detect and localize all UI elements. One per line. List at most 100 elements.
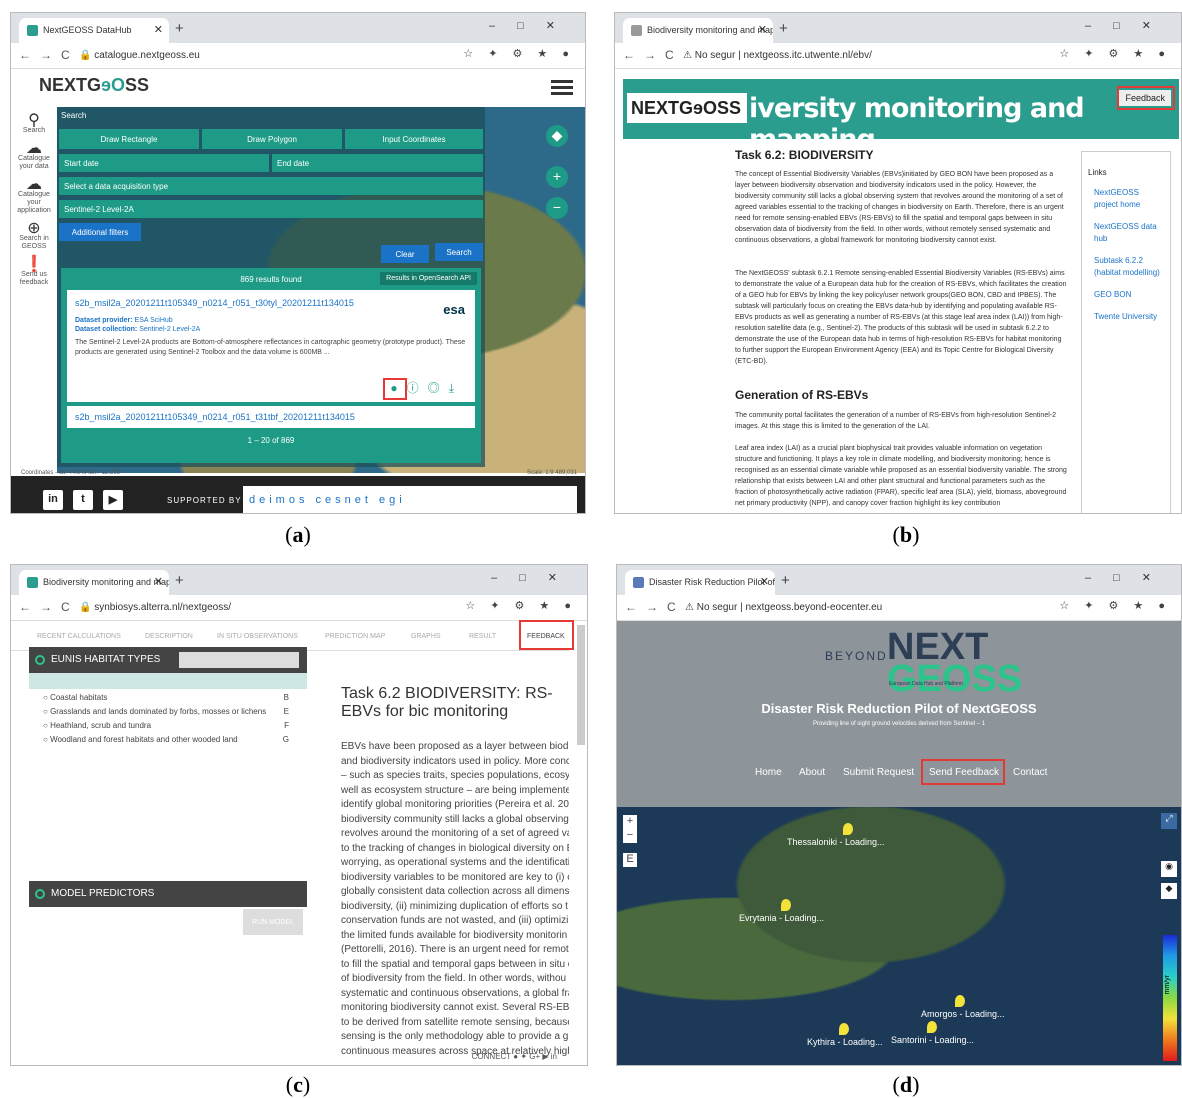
nextgeoss-logo[interactable]: NEXTGɘOSS xyxy=(39,75,149,96)
fullscreen-icon[interactable]: ⤢ xyxy=(1161,813,1177,829)
extensions-icons[interactable]: ☆ ✦ ⚙ ★ ● xyxy=(463,47,575,60)
nav-buttons[interactable]: ←→C xyxy=(19,600,79,614)
browser-tab[interactable]: Disaster Risk Reduction Pilot of N ✕ xyxy=(625,570,775,595)
browser-tab[interactable]: NextGEOSS DataHub ✕ xyxy=(19,18,169,43)
zoom-in-button[interactable]: + xyxy=(623,815,637,829)
tab-result[interactable]: RESULT xyxy=(469,633,496,640)
layers-icon[interactable]: ◆ xyxy=(546,125,568,147)
address-bar[interactable]: ⚠ No segur | nextgeoss.itc.utwente.nl/eb… xyxy=(683,47,872,65)
map-pin[interactable]: Amorgos - Loading... xyxy=(921,995,1005,1019)
e-control[interactable]: E xyxy=(623,853,637,867)
extensions-icons[interactable]: ☆ ✦ ⚙ ★ ● xyxy=(1059,599,1171,612)
map-pin[interactable]: Santorini - Loading... xyxy=(891,1021,974,1045)
locate-icon[interactable]: ◎ xyxy=(428,381,449,395)
sidebar-item-search[interactable]: ⚲ Search xyxy=(11,113,57,135)
habitat-item[interactable]: ○ F Heathland, scrub and tundra xyxy=(43,721,289,730)
tab-graphs[interactable]: GRAPHS xyxy=(411,633,441,640)
window-controls[interactable]: –□✕ xyxy=(1085,571,1173,584)
map-pin[interactable]: Kythira - Loading... xyxy=(807,1023,883,1047)
collection-link[interactable]: Sentinel-2 Level-2A xyxy=(139,326,200,333)
end-date-field[interactable]: End date xyxy=(272,154,483,172)
nav-contact[interactable]: Contact xyxy=(1013,767,1047,778)
link-item[interactable]: GEO BON xyxy=(1094,289,1164,301)
hamburger-menu-icon[interactable] xyxy=(551,77,573,98)
draw-rectangle-button[interactable]: Draw Rectangle xyxy=(59,129,199,149)
zoom-out-button[interactable]: − xyxy=(623,829,637,843)
new-tab-icon[interactable]: + xyxy=(781,572,790,589)
draw-polygon-button[interactable]: Draw Polygon xyxy=(202,129,342,149)
new-tab-icon[interactable]: + xyxy=(175,572,184,589)
nav-about[interactable]: About xyxy=(799,767,825,778)
zoom-out-button[interactable]: − xyxy=(546,197,568,219)
run-model-button[interactable]: RUN MODEL xyxy=(243,909,303,935)
opensearch-button[interactable]: Results in OpenSearch API xyxy=(380,272,477,285)
nav-buttons[interactable]: ←→C xyxy=(623,48,683,62)
search-button[interactable]: Search xyxy=(435,243,483,261)
provider-link[interactable]: ESA SciHub xyxy=(135,317,173,324)
layers-icon[interactable]: ◆ xyxy=(1161,883,1177,899)
nav-buttons[interactable]: ←→C xyxy=(625,600,685,614)
habitat-search-input[interactable] xyxy=(179,652,299,668)
additional-filters-button[interactable]: Additional filters xyxy=(59,223,141,241)
address-bar[interactable]: 🔒 synbiosys.alterra.nl/nextgeoss/ xyxy=(79,599,231,617)
new-tab-icon[interactable]: + xyxy=(175,20,184,37)
map-view[interactable]: + − E ⤢ ◉ ◆ Thessaloniki - Loading... Ev… xyxy=(617,807,1181,1065)
product-field[interactable]: Sentinel-2 Level-2A xyxy=(59,200,483,218)
window-controls[interactable]: –□✕ xyxy=(1085,19,1173,32)
twitter-icon[interactable]: t xyxy=(73,490,93,510)
habitat-item[interactable]: ○ B Coastal habitats xyxy=(43,693,289,702)
download-icon[interactable]: ⤓ xyxy=(449,381,463,395)
eunis-header[interactable]: EUNIS HABITAT TYPES xyxy=(29,647,307,673)
address-bar[interactable]: ⚠ No segur | nextgeoss.beyond-eocenter.e… xyxy=(685,599,882,617)
sidebar-item-geoss[interactable]: ⊕ Search in GEOSS xyxy=(11,221,57,251)
scrollbar[interactable] xyxy=(577,625,585,745)
camera-icon[interactable]: ◉ xyxy=(1161,861,1177,877)
extensions-icons[interactable]: ☆ ✦ ⚙ ★ ● xyxy=(1059,47,1171,60)
input-coordinates-button[interactable]: Input Coordinates xyxy=(345,129,483,149)
logo-part: NEXTG xyxy=(39,75,102,95)
sidebar-item-catalogue-app[interactable]: ☁ Catalogue your application xyxy=(11,177,57,215)
sidebar-item-catalogue-data[interactable]: ☁ Catalogue your data xyxy=(11,141,57,171)
result-card[interactable]: s2b_msil2a_20201211t105349_n0214_r051_t3… xyxy=(67,290,475,402)
new-tab-icon[interactable]: + xyxy=(779,20,788,37)
nav-buttons[interactable]: ←→C xyxy=(19,48,79,62)
close-tab-icon[interactable]: ✕ xyxy=(154,23,163,36)
link-item[interactable]: Twente University xyxy=(1094,311,1164,323)
map-pin[interactable]: Evrytania - Loading... xyxy=(739,899,824,923)
pagination[interactable]: 1 – 20 of 869 xyxy=(61,428,481,452)
browser-tab[interactable]: Biodiversity monitoring and map ✕ xyxy=(19,570,169,595)
model-predictors-header[interactable]: MODEL PREDICTORS xyxy=(29,881,307,907)
tab-description[interactable]: DESCRIPTION xyxy=(145,633,193,640)
nav-home[interactable]: Home xyxy=(755,767,782,778)
tab-recent[interactable]: RECENT CALCULATIONS xyxy=(37,633,121,640)
social-icons[interactable]: ● ✦ G+ ▶ in xyxy=(513,1052,557,1061)
linkedin-icon[interactable]: in xyxy=(43,490,63,510)
close-tab-icon[interactable]: ✕ xyxy=(758,23,767,36)
habitat-item[interactable]: ○ E Grasslands and lands dominated by for… xyxy=(43,707,289,716)
youtube-icon[interactable]: ▶ xyxy=(103,490,123,510)
close-tab-icon[interactable]: ✕ xyxy=(760,575,769,588)
sidebar-item-feedback[interactable]: ❗ Send us feedback xyxy=(11,257,57,287)
address-bar[interactable]: 🔒 catalogue.nextgeoss.eu xyxy=(79,47,200,65)
result-title[interactable]: s2b_msil2a_20201211t105349_n0214_r051_t3… xyxy=(75,298,467,308)
info-icon[interactable]: ⓘ xyxy=(407,381,428,395)
map-pin[interactable]: Thessaloniki - Loading... xyxy=(787,823,885,847)
link-item[interactable]: Subtask 6.2.2 (habitat modelling) xyxy=(1094,255,1164,279)
tab-prediction[interactable]: PREDICTION MAP xyxy=(325,633,385,640)
link-item[interactable]: NextGEOSS project home xyxy=(1094,187,1164,211)
nav-submit-request[interactable]: Submit Request xyxy=(843,767,914,778)
window-controls[interactable]: –□✕ xyxy=(491,571,579,584)
zoom-in-button[interactable]: + xyxy=(546,166,568,188)
acquisition-type-select[interactable]: Select a data acquisition type xyxy=(59,177,483,195)
window-controls[interactable]: –□✕ xyxy=(489,19,577,32)
start-date-field[interactable]: Start date xyxy=(59,154,269,172)
result-title-2[interactable]: s2b_msil2a_20201211t105349_n0214_r051_t3… xyxy=(67,406,475,428)
tab-insitu[interactable]: IN SITU OBSERVATIONS xyxy=(217,633,298,640)
clear-button[interactable]: Clear xyxy=(381,245,429,263)
extensions-icons[interactable]: ☆ ✦ ⚙ ★ ● xyxy=(465,599,577,612)
close-tab-icon[interactable]: ✕ xyxy=(154,575,163,588)
browser-tab[interactable]: Biodiversity monitoring and map ✕ xyxy=(623,18,773,43)
nextgeoss-logo[interactable]: NEXTGɘOSS xyxy=(627,93,747,123)
habitat-item[interactable]: ○ G Woodland and forest habitats and othe… xyxy=(43,735,289,744)
link-item[interactable]: NextGEOSS data hub xyxy=(1094,221,1164,245)
